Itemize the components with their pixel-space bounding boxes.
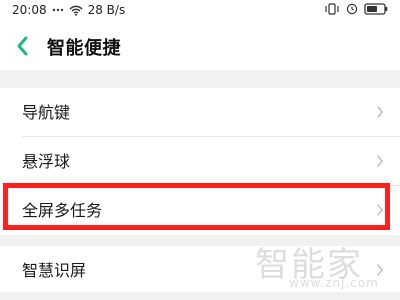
wifi-icon bbox=[69, 5, 83, 16]
chevron-right-icon bbox=[376, 104, 384, 120]
chevron-right-icon bbox=[376, 153, 384, 169]
battery-icon bbox=[364, 3, 388, 15]
row-label: 导航键 bbox=[22, 103, 71, 122]
more-dots-icon bbox=[52, 8, 64, 12]
settings-group-a: 导航键 悬浮球 全屏多任务 bbox=[0, 88, 400, 235]
status-time: 20:08 bbox=[12, 3, 47, 17]
back-arrow-icon[interactable] bbox=[14, 35, 32, 57]
status-bar: 20:08 28 B/s bbox=[0, 0, 400, 22]
row-label: 全屏多任务 bbox=[22, 201, 103, 220]
alarm-icon bbox=[346, 3, 358, 15]
settings-row-fullscreen-multitask[interactable]: 全屏多任务 bbox=[0, 186, 400, 234]
watermark-url: www.znj.com bbox=[289, 276, 379, 290]
section-divider bbox=[0, 70, 400, 88]
page-header: 智能便捷 bbox=[0, 22, 400, 70]
row-label: 悬浮球 bbox=[22, 152, 71, 171]
settings-row-nav-key[interactable]: 导航键 bbox=[0, 88, 400, 136]
status-right bbox=[324, 3, 388, 15]
row-label: 智慧识屏 bbox=[22, 261, 87, 280]
watermark: 智能家 www.znj.com bbox=[255, 237, 390, 297]
settings-row-floating-ball[interactable]: 悬浮球 bbox=[0, 137, 400, 185]
network-speed: 28 B/s bbox=[87, 3, 126, 17]
chevron-right-icon bbox=[376, 202, 384, 218]
page-title: 智能便捷 bbox=[47, 38, 121, 59]
status-left: 20:08 28 B/s bbox=[12, 3, 125, 17]
vibrate-icon bbox=[324, 3, 340, 15]
